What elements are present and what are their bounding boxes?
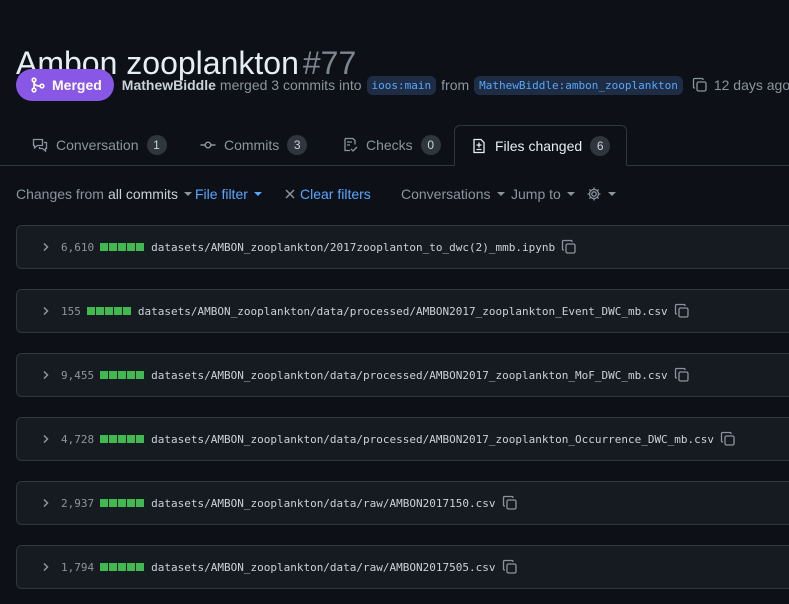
settings-dropdown[interactable] <box>586 186 616 202</box>
file-filter-dropdown[interactable]: File filter <box>195 186 262 202</box>
copy-icon[interactable] <box>720 431 736 447</box>
conversations-dropdown[interactable]: Conversations <box>401 186 505 202</box>
author-link[interactable]: MathewBiddle <box>122 77 216 93</box>
file-diff-icon <box>473 138 485 153</box>
tab-label: Files changed <box>495 137 583 154</box>
clear-filters-button[interactable]: Clear filters <box>284 186 371 202</box>
changes-from-prefix: Changes from <box>16 186 104 202</box>
tab-count: 6 <box>590 135 611 156</box>
head-branch[interactable]: MathewBiddle:ambon_zooplankton <box>474 75 683 95</box>
chevron-right-icon[interactable] <box>41 498 51 508</box>
file-row: 155 datasets/AMBON_zooplankton/data/proc… <box>16 289 789 333</box>
chevron-down-icon <box>566 192 575 196</box>
file-row: 2,937 datasets/AMBON_zooplankton/data/ra… <box>16 481 789 525</box>
chevron-down-icon <box>608 192 616 196</box>
change-count: 4,728 <box>61 432 95 446</box>
chevron-right-icon[interactable] <box>41 306 51 316</box>
change-count: 2,937 <box>61 496 95 510</box>
chevron-right-icon[interactable] <box>41 242 51 252</box>
diffstat <box>100 243 145 251</box>
copy-icon[interactable] <box>502 559 518 575</box>
tab-count: 1 <box>146 135 167 155</box>
gear-icon <box>587 187 601 201</box>
pr-tabs: Conversation 1 Commits 3 Checks 0 Files … <box>0 125 789 166</box>
tab-commits[interactable]: Commits 3 <box>200 125 308 165</box>
git-merge-icon <box>31 77 45 93</box>
diffstat <box>100 499 145 507</box>
copy-icon[interactable] <box>692 77 708 93</box>
file-path[interactable]: datasets/AMBON_zooplankton/data/raw/AMBO… <box>151 497 495 510</box>
tab-conversation[interactable]: Conversation 1 <box>32 125 167 165</box>
file-filter-label: File filter <box>195 186 248 202</box>
file-row: 4,728 datasets/AMBON_zooplankton/data/pr… <box>16 417 789 461</box>
jump-to-label: Jump to <box>511 186 561 202</box>
diffstat <box>86 307 131 315</box>
changes-from-dropdown[interactable]: Changes from all commits <box>16 186 192 202</box>
copy-icon[interactable] <box>502 495 518 511</box>
chevron-down-icon <box>496 192 505 196</box>
copy-icon[interactable] <box>674 303 690 319</box>
change-count: 1,794 <box>61 560 95 574</box>
from-text: from <box>441 77 470 93</box>
file-row: 1,794 datasets/AMBON_zooplankton/data/ra… <box>16 545 789 589</box>
x-icon <box>285 189 295 199</box>
file-row: 6,610 datasets/AMBON_zooplankton/2017zoo… <box>16 225 789 269</box>
copy-icon[interactable] <box>674 367 690 383</box>
comment-icon <box>32 138 48 153</box>
checklist-icon <box>344 137 358 152</box>
file-row: 9,455 datasets/AMBON_zooplankton/data/pr… <box>16 353 789 397</box>
merged-badge: Merged <box>16 69 114 101</box>
file-path[interactable]: datasets/AMBON_zooplankton/data/processe… <box>138 305 668 318</box>
tab-count: 0 <box>420 135 441 155</box>
change-count: 155 <box>61 304 81 318</box>
merged-time: 12 days ago <box>713 77 789 93</box>
clear-filters-label: Clear filters <box>300 186 371 202</box>
diffstat <box>100 371 145 379</box>
diffstat <box>100 435 145 443</box>
tab-label: Commits <box>224 137 280 153</box>
base-branch[interactable]: ioos:main <box>366 75 437 95</box>
copy-icon[interactable] <box>561 239 577 255</box>
chevron-down-icon <box>183 192 192 196</box>
tab-label: Conversation <box>56 137 139 153</box>
tab-files-changed[interactable]: Files changed 6 <box>454 125 628 166</box>
diffstat <box>100 563 145 571</box>
tab-count: 3 <box>287 135 308 155</box>
chevron-down-icon <box>253 192 262 196</box>
chevron-right-icon[interactable] <box>41 562 51 572</box>
change-count: 9,455 <box>61 368 95 382</box>
jump-to-dropdown[interactable]: Jump to <box>511 186 575 202</box>
file-path[interactable]: datasets/AMBON_zooplankton/data/processe… <box>151 433 714 446</box>
tab-checks[interactable]: Checks 0 <box>342 125 441 165</box>
conversations-label: Conversations <box>401 186 491 202</box>
commit-icon <box>200 141 216 149</box>
change-count: 6,610 <box>61 240 95 254</box>
file-path[interactable]: datasets/AMBON_zooplankton/data/raw/AMBO… <box>151 561 495 574</box>
file-path[interactable]: datasets/AMBON_zooplankton/data/processe… <box>151 369 668 382</box>
chevron-right-icon[interactable] <box>41 434 51 444</box>
file-path[interactable]: datasets/AMBON_zooplankton/2017zooplanto… <box>151 241 555 254</box>
merged-label: Merged <box>52 77 102 93</box>
pr-meta: Merged MathewBiddle merged 3 commits int… <box>16 69 789 101</box>
tab-label: Checks <box>366 137 413 153</box>
chevron-right-icon[interactable] <box>41 370 51 380</box>
merge-action-text: merged 3 commits into <box>219 77 362 93</box>
changes-from-value: all commits <box>107 186 178 202</box>
